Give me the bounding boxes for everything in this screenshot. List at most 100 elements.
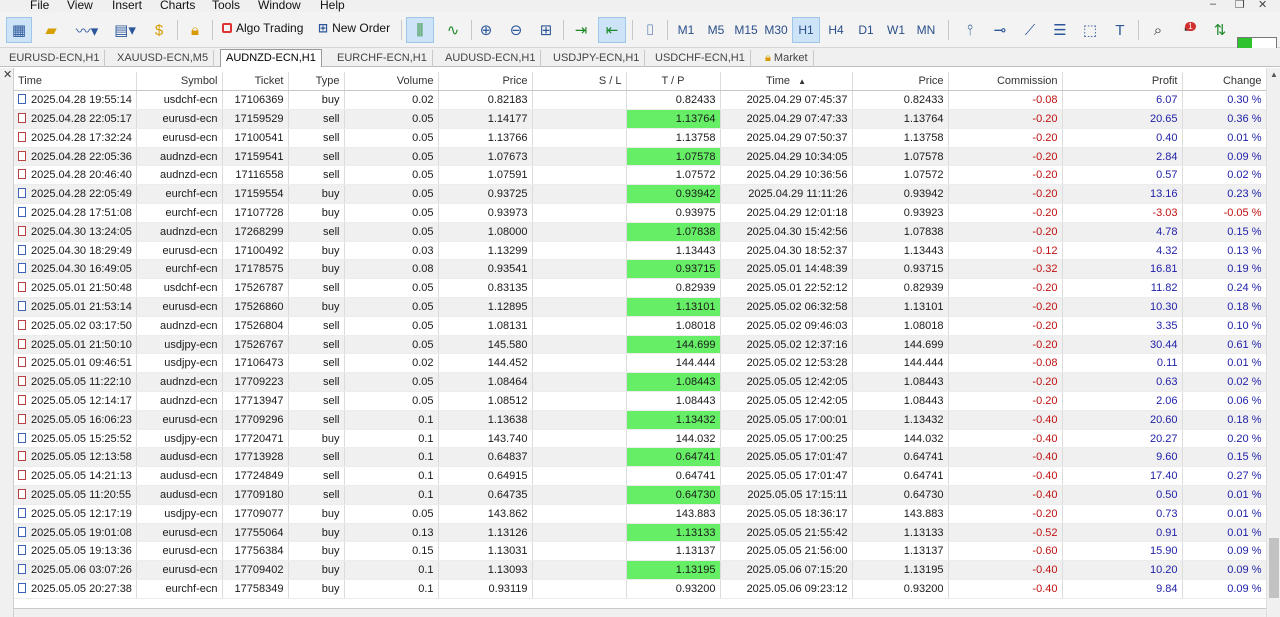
tab-xauusd[interactable]: XAUUSD-ECN,M5 [112,50,215,67]
table-row[interactable]: 2025.05.01 21:53:14 eurusd-ecn 17526860 buy… [14,297,1266,317]
close-panel-icon[interactable]: ✕ [3,68,12,81]
cell-tp: 1.13764 [626,109,721,129]
timeframe-m1[interactable]: M1 [672,17,700,43]
table-row[interactable]: 2025.04.28 22:05:36 audnzd-ecn 17159541 sel… [14,147,1266,167]
timeframe-d1[interactable]: D1 [852,17,880,43]
vertical-line-icon[interactable]: ⫯ [958,17,982,43]
cell-ticket: 17758349 [222,579,289,599]
table-row[interactable]: 2025.04.28 20:46:40 audnzd-ecn 17116558 sel… [14,165,1266,186]
minimize-icon[interactable]: – [1210,0,1216,10]
menu-help[interactable]: Help [320,0,345,12]
close-window-icon[interactable]: ✕ [1258,0,1267,11]
table-row[interactable]: 2025.05.06 03:07:26 eurusd-ecn 17709402 buy… [14,560,1266,581]
new-chart-icon[interactable]: 〰▾ [70,17,104,43]
table-row[interactable]: 2025.05.01 21:50:48 usdchf-ecn 17526787 sel… [14,278,1266,299]
table-row[interactable]: 2025.04.28 19:55:14 usdchf-ecn 17106369 buy… [14,90,1266,111]
table-row[interactable]: 2025.04.30 18:29:49 eurusd-ecn 17100492 buy… [14,241,1266,261]
tab-eurchf[interactable]: EURCHF-ECN,H1 [332,50,433,67]
col-change[interactable]: Change [1182,72,1266,92]
col-ticket[interactable]: Ticket [222,72,289,92]
col-commission[interactable]: Commission [948,72,1063,92]
timeframe-m5[interactable]: M5 [702,17,730,43]
menu-tools[interactable]: Tools [212,0,240,12]
cell-open-time: 2025.05.05 11:22:10 [14,372,137,393]
timeframe-m30[interactable]: M30 [762,17,790,43]
table-row[interactable]: 2025.04.28 22:05:49 eurchf-ecn 17159554 buy… [14,184,1266,205]
tab-market[interactable]: 🔒︎ Market [760,50,814,67]
trendline-icon[interactable]: ⟋ [1018,17,1042,43]
table-row[interactable]: 2025.05.05 12:13:58 audusd-ecn 17713928 sel… [14,447,1266,468]
col-symbol[interactable]: Symbol [136,72,223,92]
table-row[interactable]: 2025.05.01 09:46:51 usdjpy-ecn 17106473 sel… [14,353,1266,374]
table-row[interactable]: 2025.05.05 11:20:55 audusd-ecn 17709180 sel… [14,485,1266,505]
signal-icon[interactable]: ⇅ [1208,17,1232,43]
scroll-up-icon[interactable]: ▲ [1270,70,1278,79]
table-row[interactable]: 2025.04.28 22:05:17 eurusd-ecn 17159529 sel… [14,109,1266,129]
bar-chart-icon[interactable]: ⫼ [406,17,434,43]
table-row[interactable]: 2025.04.28 17:32:24 eurusd-ecn 17100541 sel… [14,128,1266,148]
table-row[interactable]: 2025.05.05 14:21:13 audusd-ecn 17724849 sel… [14,466,1266,487]
tab-audnzd[interactable]: AUDNZD-ECN,H1 [220,49,322,67]
menu-insert[interactable]: Insert [112,0,142,12]
algo-trading-button[interactable]: Algo Trading [222,21,303,35]
table-row[interactable]: 2025.05.05 20:27:38 eurchf-ecn 17758349 buy… [14,579,1266,599]
table-row[interactable]: 2025.05.05 11:22:10 audnzd-ecn 17709223 sel… [14,372,1266,393]
table-row[interactable]: 2025.05.05 16:06:23 eurusd-ecn 17709296 sel… [14,410,1266,430]
timeframe-h1[interactable]: H1 [792,17,820,43]
scrollbar-thumb[interactable] [1269,538,1279,598]
tile-windows-icon[interactable]: ⊞ [534,17,558,43]
col-close-time[interactable]: Time ▲ [720,72,853,92]
text-tool-icon[interactable]: T [1108,17,1132,43]
menu-view[interactable]: View [67,0,93,12]
table-row[interactable]: 2025.05.05 12:14:17 audnzd-ecn 17713947 sel… [14,391,1266,411]
table-row[interactable]: 2025.05.01 21:50:10 usdjpy-ecn 17526767 sel… [14,335,1266,355]
channel-icon[interactable]: ☰ [1048,17,1072,43]
col-sl[interactable]: S / L [532,72,627,92]
table-row[interactable]: 2025.05.05 15:25:52 usdjpy-ecn 17720471 buy… [14,429,1266,449]
table-row[interactable]: 2025.05.05 12:17:19 usdjpy-ecn 17709077 buy… [14,504,1266,524]
tab-eurusd[interactable]: EURUSD-ECN,H1 [4,50,106,67]
horizontal-line-icon[interactable]: ⊸ [988,17,1012,43]
col-type[interactable]: Type [288,72,345,92]
zoom-out-icon[interactable]: ⊖ [504,17,528,43]
timeframe-m15[interactable]: M15 [732,17,760,43]
timeframe-h4[interactable]: H4 [822,17,850,43]
col-volume[interactable]: Volume [344,72,439,92]
table-row[interactable]: 2025.04.30 16:49:05 eurchf-ecn 17178575 buy… [14,259,1266,280]
market-watch-icon[interactable]: ▦ [6,17,32,43]
screenshot-icon[interactable]: ⌷ [638,17,662,43]
zoom-in-icon[interactable]: ⊕ [474,17,498,43]
lock-icon[interactable]: 🔒︎ [184,17,206,43]
coin-icon[interactable]: $ [148,17,170,43]
cell-open-time: 2025.05.05 20:27:38 [14,579,137,599]
table-row[interactable]: 2025.04.28 17:51:08 eurchf-ecn 17107728 buy… [14,203,1266,223]
tab-usdjpy[interactable]: USDJPY-ECN,H1 [548,50,646,67]
tab-audusd[interactable]: AUDUSD-ECN,H1 [440,50,542,67]
tab-usdchf[interactable]: USDCHF-ECN,H1 [650,50,751,67]
col-profit[interactable]: Profit [1062,72,1183,92]
templates-icon[interactable]: ▤▾ [108,17,142,43]
menu-file[interactable]: File [30,0,49,12]
vertical-scrollbar[interactable]: ▲ [1266,68,1280,617]
col-close-price[interactable]: Price [852,72,949,92]
col-tp[interactable]: T / P [626,72,721,92]
chart-shift-icon[interactable]: ⇤ [598,17,626,43]
open-folder-icon[interactable]: ▰ [38,17,64,43]
new-order-button[interactable]: ⊞ New Order [318,21,390,35]
timeframe-mn[interactable]: MN [912,17,940,43]
col-price[interactable]: Price [438,72,533,92]
table-row[interactable]: 2025.05.05 19:13:36 eurusd-ecn 17756384 buy… [14,541,1266,562]
shapes-icon[interactable]: ⬚ [1078,17,1102,43]
restore-icon[interactable]: ❐ [1235,0,1245,11]
timeframe-w1[interactable]: W1 [882,17,910,43]
menu-window[interactable]: Window [258,0,301,12]
table-row[interactable]: 2025.05.02 03:17:50 audnzd-ecn 17526804 sel… [14,316,1266,336]
search-icon[interactable]: ⌕ [1146,17,1170,43]
notifications-icon[interactable]: ◔ 1 [1176,17,1200,43]
table-row[interactable]: 2025.04.30 13:24:05 audnzd-ecn 17268299 sel… [14,222,1266,242]
col-open-time[interactable]: Time [14,72,137,92]
menu-charts[interactable]: Charts [160,0,195,12]
auto-scroll-icon[interactable]: ⇥ [568,17,594,43]
table-row[interactable]: 2025.05.05 19:01:08 eurusd-ecn 17755064 buy… [14,523,1266,543]
line-chart-icon[interactable]: ∿ [440,17,466,43]
